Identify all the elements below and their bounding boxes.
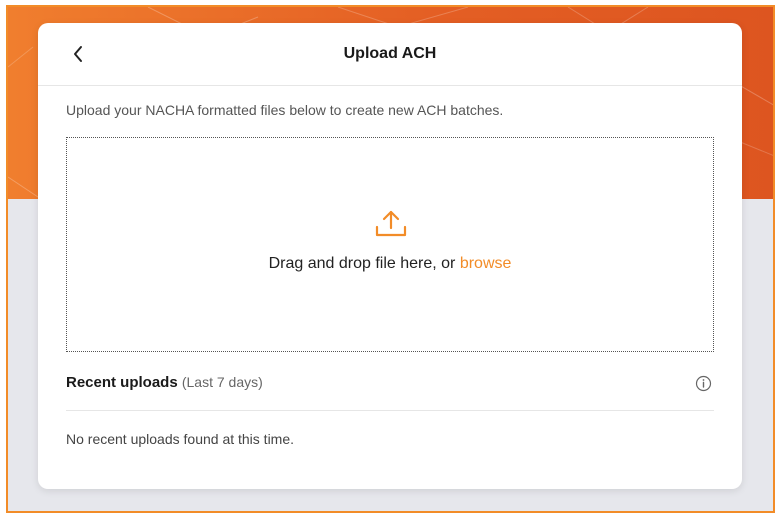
upload-description: Upload your NACHA formatted files below … xyxy=(66,102,504,118)
upload-icon xyxy=(375,210,407,237)
dropzone-prompt-text: Drag and drop file here, or xyxy=(268,255,456,272)
upload-card: Upload ACH Upload your NACHA formatted f… xyxy=(38,23,742,489)
browse-link[interactable]: browse xyxy=(460,255,512,272)
recent-uploads-label: Recent uploads xyxy=(66,374,178,391)
page-title: Upload ACH xyxy=(343,45,437,62)
recent-uploads-title: Recent uploads (Last 7 days) xyxy=(66,374,263,391)
card-header: Upload ACH xyxy=(38,23,742,86)
info-icon[interactable] xyxy=(695,375,712,392)
file-dropzone[interactable]: Drag and drop file here, or browse xyxy=(66,137,714,352)
app-frame: Upload ACH Upload your NACHA formatted f… xyxy=(6,5,775,513)
dropzone-prompt: Drag and drop file here, or browse xyxy=(67,255,713,273)
recent-uploads-range: (Last 7 days) xyxy=(181,374,263,390)
recent-uploads-empty-message: No recent uploads found at this time. xyxy=(66,431,295,447)
recent-uploads-header: Recent uploads (Last 7 days) xyxy=(66,374,714,411)
